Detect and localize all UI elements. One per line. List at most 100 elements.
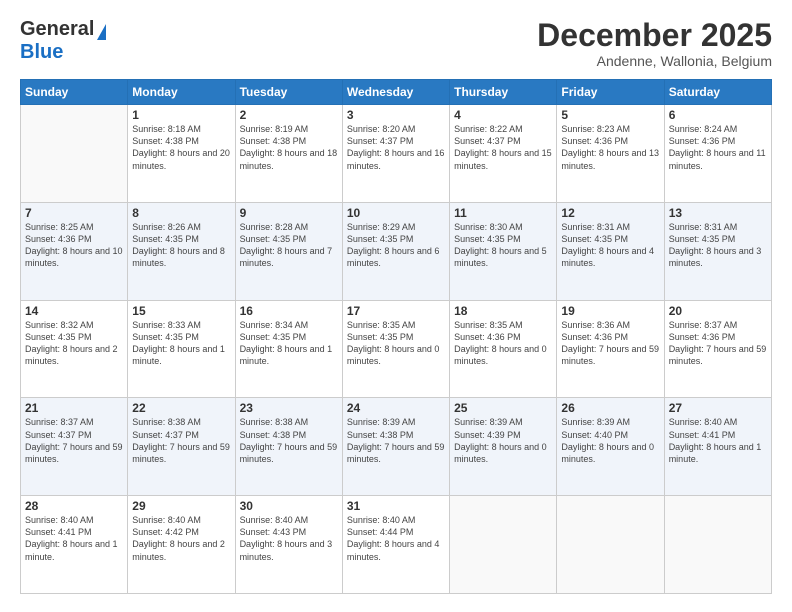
logo: General Blue <box>20 18 106 64</box>
calendar-week-row: 28Sunrise: 8:40 AMSunset: 4:41 PMDayligh… <box>21 496 772 594</box>
table-row: 31Sunrise: 8:40 AMSunset: 4:44 PMDayligh… <box>342 496 449 594</box>
cell-date: 3 <box>347 108 445 122</box>
table-row: 21Sunrise: 8:37 AMSunset: 4:37 PMDayligh… <box>21 398 128 496</box>
col-friday: Friday <box>557 80 664 105</box>
table-row: 10Sunrise: 8:29 AMSunset: 4:35 PMDayligh… <box>342 202 449 300</box>
cell-info: Sunrise: 8:40 AMSunset: 4:44 PMDaylight:… <box>347 514 445 563</box>
table-row: 20Sunrise: 8:37 AMSunset: 4:36 PMDayligh… <box>664 300 771 398</box>
cell-date: 18 <box>454 304 552 318</box>
table-row: 17Sunrise: 8:35 AMSunset: 4:35 PMDayligh… <box>342 300 449 398</box>
table-row: 7Sunrise: 8:25 AMSunset: 4:36 PMDaylight… <box>21 202 128 300</box>
header: General Blue December 2025 Andenne, Wall… <box>20 18 772 69</box>
cell-date: 25 <box>454 401 552 415</box>
cell-date: 15 <box>132 304 230 318</box>
cell-date: 26 <box>561 401 659 415</box>
col-monday: Monday <box>128 80 235 105</box>
table-row: 5Sunrise: 8:23 AMSunset: 4:36 PMDaylight… <box>557 105 664 203</box>
cell-info: Sunrise: 8:30 AMSunset: 4:35 PMDaylight:… <box>454 221 552 270</box>
cell-date: 14 <box>25 304 123 318</box>
cell-info: Sunrise: 8:24 AMSunset: 4:36 PMDaylight:… <box>669 123 767 172</box>
table-row <box>557 496 664 594</box>
cell-info: Sunrise: 8:38 AMSunset: 4:38 PMDaylight:… <box>240 416 338 465</box>
cell-info: Sunrise: 8:19 AMSunset: 4:38 PMDaylight:… <box>240 123 338 172</box>
table-row: 29Sunrise: 8:40 AMSunset: 4:42 PMDayligh… <box>128 496 235 594</box>
calendar-week-row: 21Sunrise: 8:37 AMSunset: 4:37 PMDayligh… <box>21 398 772 496</box>
table-row: 30Sunrise: 8:40 AMSunset: 4:43 PMDayligh… <box>235 496 342 594</box>
table-row: 12Sunrise: 8:31 AMSunset: 4:35 PMDayligh… <box>557 202 664 300</box>
table-row: 11Sunrise: 8:30 AMSunset: 4:35 PMDayligh… <box>450 202 557 300</box>
table-row: 4Sunrise: 8:22 AMSunset: 4:37 PMDaylight… <box>450 105 557 203</box>
cell-date: 21 <box>25 401 123 415</box>
location: Andenne, Wallonia, Belgium <box>537 53 772 69</box>
table-row: 13Sunrise: 8:31 AMSunset: 4:35 PMDayligh… <box>664 202 771 300</box>
table-row <box>21 105 128 203</box>
table-row: 6Sunrise: 8:24 AMSunset: 4:36 PMDaylight… <box>664 105 771 203</box>
cell-info: Sunrise: 8:26 AMSunset: 4:35 PMDaylight:… <box>132 221 230 270</box>
cell-date: 12 <box>561 206 659 220</box>
table-row: 16Sunrise: 8:34 AMSunset: 4:35 PMDayligh… <box>235 300 342 398</box>
cell-info: Sunrise: 8:28 AMSunset: 4:35 PMDaylight:… <box>240 221 338 270</box>
calendar-week-row: 7Sunrise: 8:25 AMSunset: 4:36 PMDaylight… <box>21 202 772 300</box>
cell-date: 24 <box>347 401 445 415</box>
table-row: 3Sunrise: 8:20 AMSunset: 4:37 PMDaylight… <box>342 105 449 203</box>
table-row: 25Sunrise: 8:39 AMSunset: 4:39 PMDayligh… <box>450 398 557 496</box>
cell-date: 11 <box>454 206 552 220</box>
cell-info: Sunrise: 8:39 AMSunset: 4:39 PMDaylight:… <box>454 416 552 465</box>
cell-info: Sunrise: 8:40 AMSunset: 4:41 PMDaylight:… <box>669 416 767 465</box>
cell-info: Sunrise: 8:20 AMSunset: 4:37 PMDaylight:… <box>347 123 445 172</box>
cell-date: 17 <box>347 304 445 318</box>
cell-info: Sunrise: 8:34 AMSunset: 4:35 PMDaylight:… <box>240 319 338 368</box>
cell-date: 29 <box>132 499 230 513</box>
cell-info: Sunrise: 8:31 AMSunset: 4:35 PMDaylight:… <box>561 221 659 270</box>
cell-info: Sunrise: 8:29 AMSunset: 4:35 PMDaylight:… <box>347 221 445 270</box>
cell-date: 5 <box>561 108 659 122</box>
logo-blue-text: Blue <box>20 41 63 64</box>
table-row: 26Sunrise: 8:39 AMSunset: 4:40 PMDayligh… <box>557 398 664 496</box>
table-row: 28Sunrise: 8:40 AMSunset: 4:41 PMDayligh… <box>21 496 128 594</box>
cell-date: 20 <box>669 304 767 318</box>
cell-date: 10 <box>347 206 445 220</box>
cell-date: 19 <box>561 304 659 318</box>
cell-info: Sunrise: 8:38 AMSunset: 4:37 PMDaylight:… <box>132 416 230 465</box>
logo-general-text: General <box>20 18 94 41</box>
cell-info: Sunrise: 8:18 AMSunset: 4:38 PMDaylight:… <box>132 123 230 172</box>
cell-date: 7 <box>25 206 123 220</box>
table-row <box>450 496 557 594</box>
cell-info: Sunrise: 8:40 AMSunset: 4:42 PMDaylight:… <box>132 514 230 563</box>
cell-date: 23 <box>240 401 338 415</box>
table-row: 1Sunrise: 8:18 AMSunset: 4:38 PMDaylight… <box>128 105 235 203</box>
table-row: 19Sunrise: 8:36 AMSunset: 4:36 PMDayligh… <box>557 300 664 398</box>
cell-date: 22 <box>132 401 230 415</box>
table-row: 23Sunrise: 8:38 AMSunset: 4:38 PMDayligh… <box>235 398 342 496</box>
cell-info: Sunrise: 8:36 AMSunset: 4:36 PMDaylight:… <box>561 319 659 368</box>
cell-date: 28 <box>25 499 123 513</box>
month-title: December 2025 <box>537 18 772 53</box>
col-sunday: Sunday <box>21 80 128 105</box>
calendar-week-row: 14Sunrise: 8:32 AMSunset: 4:35 PMDayligh… <box>21 300 772 398</box>
cell-info: Sunrise: 8:40 AMSunset: 4:41 PMDaylight:… <box>25 514 123 563</box>
cell-date: 27 <box>669 401 767 415</box>
cell-date: 6 <box>669 108 767 122</box>
col-tuesday: Tuesday <box>235 80 342 105</box>
calendar-table: Sunday Monday Tuesday Wednesday Thursday… <box>20 79 772 594</box>
table-row: 24Sunrise: 8:39 AMSunset: 4:38 PMDayligh… <box>342 398 449 496</box>
cell-info: Sunrise: 8:37 AMSunset: 4:37 PMDaylight:… <box>25 416 123 465</box>
cell-info: Sunrise: 8:23 AMSunset: 4:36 PMDaylight:… <box>561 123 659 172</box>
table-row: 22Sunrise: 8:38 AMSunset: 4:37 PMDayligh… <box>128 398 235 496</box>
cell-info: Sunrise: 8:33 AMSunset: 4:35 PMDaylight:… <box>132 319 230 368</box>
cell-info: Sunrise: 8:32 AMSunset: 4:35 PMDaylight:… <box>25 319 123 368</box>
cell-date: 30 <box>240 499 338 513</box>
cell-date: 9 <box>240 206 338 220</box>
table-row: 2Sunrise: 8:19 AMSunset: 4:38 PMDaylight… <box>235 105 342 203</box>
cell-date: 16 <box>240 304 338 318</box>
table-row: 9Sunrise: 8:28 AMSunset: 4:35 PMDaylight… <box>235 202 342 300</box>
table-row: 14Sunrise: 8:32 AMSunset: 4:35 PMDayligh… <box>21 300 128 398</box>
cell-date: 4 <box>454 108 552 122</box>
cell-info: Sunrise: 8:22 AMSunset: 4:37 PMDaylight:… <box>454 123 552 172</box>
cell-info: Sunrise: 8:40 AMSunset: 4:43 PMDaylight:… <box>240 514 338 563</box>
col-saturday: Saturday <box>664 80 771 105</box>
calendar-week-row: 1Sunrise: 8:18 AMSunset: 4:38 PMDaylight… <box>21 105 772 203</box>
cell-date: 2 <box>240 108 338 122</box>
col-wednesday: Wednesday <box>342 80 449 105</box>
table-row <box>664 496 771 594</box>
